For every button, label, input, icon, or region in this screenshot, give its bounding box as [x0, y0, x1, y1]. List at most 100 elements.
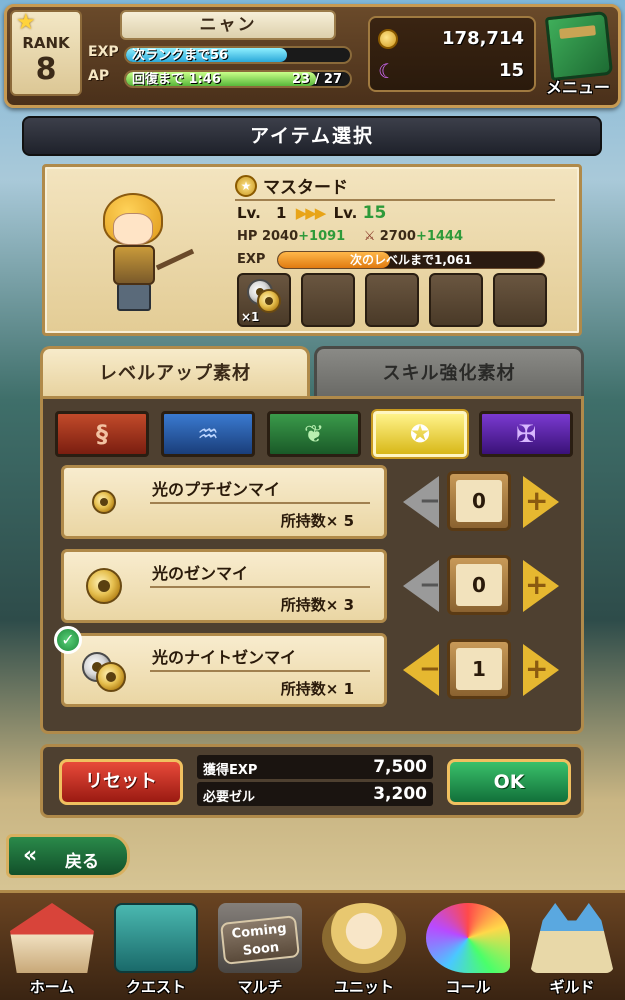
hp-plus: +1091 [298, 229, 346, 244]
nav-multi: Coming Soon マルチ [208, 897, 312, 1000]
sun-icon: ✪ [409, 420, 431, 448]
rank-value: 8 [35, 52, 57, 87]
nav-quest[interactable]: クエスト [104, 897, 208, 1000]
item-card[interactable]: 光のゼンマイ 所持数× 3 [61, 549, 387, 623]
material-slot-5[interactable] [493, 273, 547, 327]
tab-skill-materials[interactable]: スキル強化素材 [314, 346, 584, 396]
check-icon: ✓ [54, 626, 82, 654]
minus-icon: − [419, 486, 441, 516]
coming-soon-badge: Coming Soon [220, 915, 300, 965]
character-sprite [85, 187, 195, 317]
decrease-button[interactable]: − [401, 559, 441, 613]
atk-base: 2700 [379, 229, 416, 244]
quantity-stepper: 0 [447, 471, 511, 531]
currency-panel: 178,714 ☾ 15 [368, 16, 536, 92]
character-panel: ★ マスタード Lv. 1 ▶▶▶ Lv. 15 HP 2040+1091 ⚔ 2… [42, 164, 582, 336]
ok-button[interactable]: OK [447, 759, 571, 805]
sword-icon: ⚔ [363, 229, 376, 244]
nav-multi-label: マルチ [237, 978, 283, 996]
nav-guild-label: ギルド [549, 978, 595, 996]
gear-icon [257, 289, 281, 313]
gain-exp-label: 獲得EXP [203, 763, 258, 778]
element-light-button[interactable]: ✪ [373, 411, 467, 457]
summary-table: 獲得EXP 7,500 必要ゼル 3,200 [197, 755, 433, 809]
player-name: ニャン [120, 10, 336, 40]
element-dark-button[interactable]: ✠ [479, 411, 573, 457]
level-target-label: Lv. [333, 204, 358, 222]
ap-bar: 回復まで 1:46 23 / 27 [124, 70, 352, 88]
item-row: 光のプチゼンマイ 所持数× 5 − 0 + [61, 465, 571, 539]
level-row: Lv. 1 ▶▶▶ Lv. 15 [237, 203, 386, 225]
star-medal-icon: ★ [235, 175, 257, 197]
rank-label: RANK [22, 34, 70, 52]
minus-icon: − [419, 654, 441, 684]
increase-button[interactable]: + [521, 475, 561, 529]
material-slot-1[interactable]: ×1 [237, 273, 291, 327]
slot-count: ×1 [241, 310, 260, 324]
nav-unit-label: ユニット [333, 978, 394, 996]
zel-value: 178,714 [442, 28, 524, 49]
material-slot-2[interactable] [301, 273, 355, 327]
material-slot-3[interactable] [365, 273, 419, 327]
decrease-button[interactable]: − [401, 475, 441, 529]
item-icon [82, 566, 128, 612]
increase-button[interactable]: + [521, 559, 561, 613]
moon-icon: ☾ [378, 59, 396, 83]
gear-icon [96, 662, 126, 692]
crystal-value: 15 [498, 60, 524, 81]
materials-panel: § ♒ ❦ ✪ ✠ 光のプチゼンマイ 所持数× 5 − 0 + 光のゼンマイ 所… [40, 396, 584, 734]
book-icon [544, 10, 614, 82]
menu-button[interactable]: メニュー [540, 10, 616, 98]
item-owned: 所持数× 3 [280, 596, 354, 614]
house-icon [10, 903, 94, 973]
increase-button[interactable]: + [521, 643, 561, 697]
item-owned: 所持数× 1 [280, 680, 354, 698]
element-water-button[interactable]: ♒ [161, 411, 255, 457]
fire-icon: § [96, 420, 108, 448]
character-exp-bar: 次のレベルまで1,061 [277, 251, 545, 269]
cross-icon: ✠ [515, 420, 537, 448]
nav-guild[interactable]: ギルド [520, 897, 624, 1000]
gain-exp-row: 獲得EXP 7,500 [197, 755, 433, 779]
back-button[interactable]: « 戻る [6, 834, 130, 878]
stats-row: HP 2040+1091 ⚔ 2700+1444 [237, 229, 463, 249]
nav-unit[interactable]: ユニット [312, 897, 416, 1000]
item-name: 光のナイトゼンマイ [152, 648, 297, 667]
exp-label: EXP [88, 44, 119, 60]
element-wood-button[interactable]: ❦ [267, 411, 361, 457]
item-card[interactable]: ✓ 光のナイトゼンマイ 所持数× 1 [54, 626, 387, 707]
character-exp-text: 次のレベルまで1,061 [350, 253, 472, 267]
tab-levelup-materials[interactable]: レベルアップ素材 [40, 346, 310, 396]
decrease-button[interactable]: − [401, 643, 441, 697]
character-name: マスタード [263, 178, 348, 198]
level-label: Lv. [237, 204, 261, 222]
item-card[interactable]: 光のプチゼンマイ 所持数× 5 [61, 465, 387, 539]
coin-icon [378, 29, 398, 49]
chevron-left-icon: « [23, 843, 38, 868]
item-name: 光のゼンマイ [152, 564, 249, 583]
reset-button[interactable]: リセット [59, 759, 183, 805]
material-slot-4[interactable] [429, 273, 483, 327]
water-icon: ♒ [197, 420, 219, 448]
rank-badge: ★ RANK 8 [10, 10, 82, 96]
nav-call[interactable]: コール [416, 897, 520, 1000]
exp-bar-row: EXP 次ランクまで56 [88, 44, 358, 66]
item-row: ✓ 光のナイトゼンマイ 所持数× 1 − 1 + [54, 626, 571, 707]
level-target: 15 [362, 203, 387, 223]
quantity-stepper: 1 [447, 639, 511, 699]
item-icon [82, 482, 128, 528]
exp-bar: 次ランクまで56 [124, 46, 352, 64]
quantity-stepper: 0 [447, 555, 511, 615]
nav-home-label: ホーム [29, 978, 75, 996]
plus-icon: + [525, 484, 549, 517]
gear-icon [86, 568, 122, 604]
element-fire-button[interactable]: § [55, 411, 149, 457]
nav-quest-label: クエスト [125, 978, 186, 996]
item-name: 光のプチゼンマイ [152, 480, 281, 499]
cost-row: 必要ゼル 3,200 [197, 782, 433, 806]
cost-label: 必要ゼル [203, 790, 256, 805]
minus-icon: − [419, 570, 441, 600]
nav-home[interactable]: ホーム [0, 897, 104, 1000]
crystal-row: ☾ 15 [378, 56, 526, 86]
plus-icon: + [525, 568, 549, 601]
